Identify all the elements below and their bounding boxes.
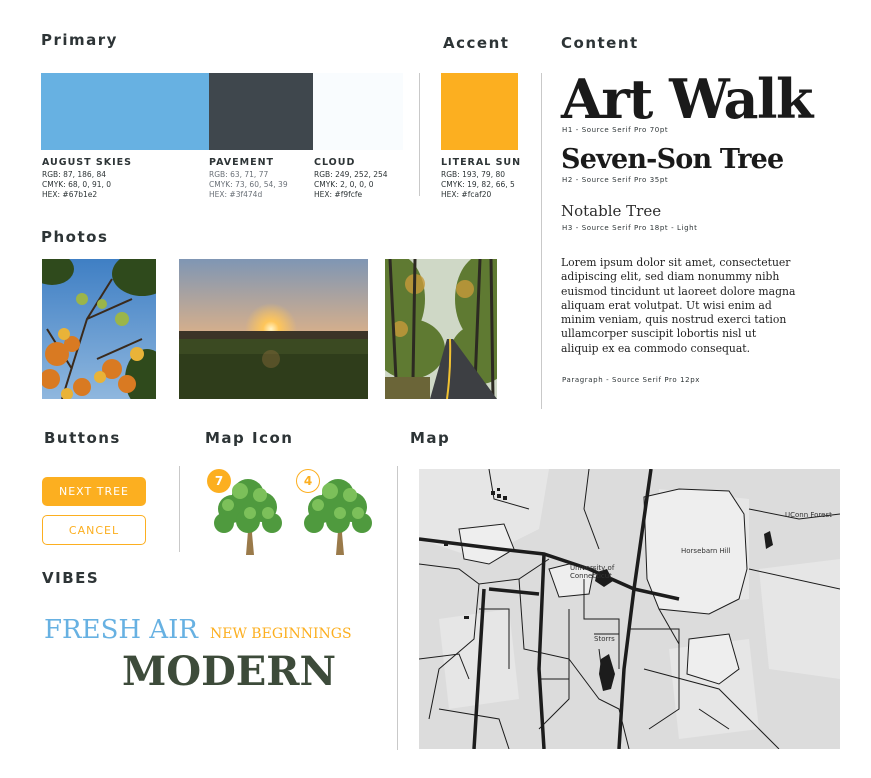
paragraph-line: minim veniam, quis nostrud exerci tation [561, 313, 787, 327]
marker-number-badge: 4 [296, 469, 320, 493]
h1-sample: Art Walk [561, 67, 813, 131]
pavement-info: PAVEMENT RGB: 63, 71, 77 CMYK: 73, 60, 5… [209, 157, 288, 200]
content-heading: Content [561, 34, 639, 52]
swatch-hex: HEX: #f9fcfe [314, 190, 363, 199]
swatch-hex: HEX: #3f474d [209, 190, 263, 199]
swatch-cmyk: CMYK: 68, 0, 91, 0 [42, 180, 112, 189]
pavement-swatch [209, 73, 313, 150]
photo-forest-road [385, 259, 497, 399]
primary-heading: Primary [41, 31, 118, 49]
literal-sun-swatch [441, 73, 518, 150]
swatch-hex: HEX: #fcaf20 [441, 190, 492, 199]
swatch-name: AUGUST SKIES [42, 157, 132, 168]
vibe-fresh-air: FRESH AIR [44, 615, 198, 645]
next-tree-button[interactable]: NEXT TREE [42, 477, 146, 506]
map-heading: Map [410, 429, 451, 447]
photo-sunset-field [179, 259, 368, 399]
paragraph-line: euismod tincidunt ut laoreet dolore magn… [561, 284, 796, 298]
buttons-heading: Buttons [44, 429, 121, 447]
cancel-button[interactable]: CANCEL [42, 515, 146, 545]
divider [541, 73, 542, 409]
paragraph-sample: Lorem ipsum dolor sit amet, consectetuer… [561, 256, 795, 356]
h3-spec: H3 - Source Serif Pro 18pt - Light [562, 224, 698, 232]
paragraph-line: aliquam erat volutpat. Ut wisi enim ad [561, 298, 772, 312]
photo-autumn-canopy [42, 259, 156, 399]
paragraph-spec: Paragraph - Source Serif Pro 12px [562, 376, 700, 384]
swatch-name: PAVEMENT [209, 157, 275, 168]
cloud-info: CLOUD RGB: 249, 252, 254 CMYK: 2, 0, 0, … [314, 157, 388, 200]
h3-sample: Notable Tree [561, 202, 662, 220]
map-marker-outlined: 4 [296, 467, 376, 555]
paragraph-line: Lorem ipsum dolor sit amet, consectetuer [561, 256, 791, 269]
paragraph-line: aliquip ex ea commodo consequat. [561, 341, 751, 355]
vibes-heading: VIBES [42, 569, 100, 587]
vibe-modern: MODERN [122, 648, 337, 695]
marker-number-badge: 7 [207, 469, 231, 493]
h2-sample: Seven-Son Tree [561, 144, 784, 175]
swatch-rgb: RGB: 87, 186, 84 [42, 170, 107, 179]
swatch-rgb: RGB: 63, 71, 77 [209, 170, 269, 179]
swatch-hex: HEX: #67b1e2 [42, 190, 98, 199]
swatch-cmyk: CMYK: 73, 60, 54, 39 [209, 180, 288, 189]
map-marker-filled: 7 [206, 467, 286, 555]
map-label-horsebarn-hill: Horsebarn Hill [681, 547, 731, 555]
paragraph-line: ullamcorper suscipit lobortis nisl ut [561, 327, 757, 341]
photos-heading: Photos [41, 228, 109, 246]
paragraph-line: adipiscing elit, sed diam nonummy nibh [561, 270, 780, 284]
swatch-rgb: RGB: 249, 252, 254 [314, 170, 388, 179]
map-label-storrs: Storrs [594, 635, 615, 643]
swatch-name: CLOUD [314, 157, 356, 168]
h2-spec: H2 - Source Serif Pro 35pt [562, 176, 669, 184]
august-skies-info: AUGUST SKIES RGB: 87, 186, 84 CMYK: 68, … [42, 157, 132, 200]
cloud-swatch [313, 73, 403, 150]
divider [397, 466, 398, 750]
map-icon-heading: Map Icon [205, 429, 294, 447]
vibe-new-beginnings: NEW BEGINNINGS [210, 626, 352, 642]
h1-spec: H1 - Source Serif Pro 70pt [562, 126, 669, 134]
accent-heading: Accent [443, 34, 510, 52]
swatch-name: LITERAL SUN [441, 157, 522, 168]
swatch-rgb: RGB: 193, 79, 80 [441, 170, 506, 179]
august-skies-swatch [41, 73, 209, 150]
map-label-connecticut: Connecticut [570, 572, 612, 580]
swatch-cmyk: CMYK: 2, 0, 0, 0 [314, 180, 374, 189]
campus-map[interactable]: UConn Forest Horsebarn Hill University o… [418, 468, 841, 750]
literal-sun-info: LITERAL SUN RGB: 193, 79, 80 CMYK: 19, 8… [441, 157, 521, 200]
divider [419, 73, 420, 196]
map-label-university: University of [570, 564, 615, 572]
divider [179, 466, 180, 552]
map-label-uconn-forest: UConn Forest [785, 511, 832, 519]
swatch-cmyk: CMYK: 19, 82, 66, 5 [441, 180, 515, 189]
